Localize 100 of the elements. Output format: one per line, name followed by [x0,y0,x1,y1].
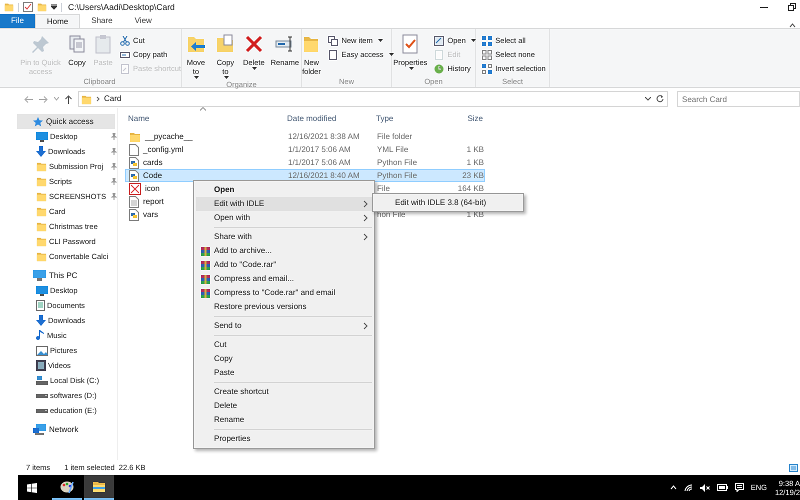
caret-icon [408,67,414,71]
archive-icon [200,274,210,284]
size-cell: 23 KB [462,170,484,180]
palette-icon [60,480,74,494]
date-cell: 12/16/2021 8:38 AM [288,132,360,140]
ribbon-tab[interactable]: View [124,14,163,28]
dropdown-icon [54,97,59,101]
menu-item[interactable]: Compress to "Code.rar" and email [196,286,372,300]
menu-label: Cut [214,339,226,351]
menu-label: Share with [214,231,252,243]
ribbon-tab[interactable]: Home [34,14,80,28]
nav-item[interactable]: Quick access [17,114,115,129]
nav-item[interactable]: Network [17,422,115,437]
column-header[interactable]: Name [125,112,287,124]
nav-item[interactable]: This PC [17,268,115,283]
folder-copy-icon [215,34,236,54]
monitor-icon [36,132,48,142]
archive-icon [200,260,210,270]
caret-icon [252,67,258,71]
type-cell: Python File [377,170,418,180]
menu-label: Edit with IDLE [214,198,264,210]
date-cell: 1/1/2017 5:06 AM [288,158,351,166]
menu-item[interactable]: Add to archive... [196,244,372,258]
menu-item[interactable]: Rename [196,413,372,427]
menu-item[interactable]: Restore previous versions [196,300,372,314]
up-arrow-icon [65,94,72,104]
menu-item[interactable]: Delete [196,399,372,413]
monitor-icon [36,286,48,296]
column-header[interactable]: Date modified [287,112,376,124]
caret-icon [378,38,383,42]
folder-icon [36,221,47,232]
menu-label: Compress and email... [214,273,294,285]
menu-item[interactable]: Properties [196,432,372,446]
dropdown-icon [51,4,57,10]
menu-label: Compress to "Code.rar" and email [214,287,336,299]
caret-icon [470,38,476,42]
window-title: C:\Users\Aadi\Desktop\Card [68,0,175,14]
clipboard-icon [93,34,114,54]
breadcrumb[interactable]: Card [104,93,122,105]
wifi-icon [684,484,693,492]
menu-item[interactable]: Open with [196,211,372,225]
refresh-icon [656,95,664,103]
forward-arrow-icon [39,96,48,102]
windows-logo-icon [27,482,37,492]
archive-icon [200,288,210,298]
drive-icon [36,376,48,386]
menu-item[interactable]: Share with [196,230,372,244]
collapse-ribbon-icon [789,23,796,28]
ribbon-tab[interactable]: Share [80,14,124,28]
menu-item[interactable]: Send to [196,319,372,333]
menu-item[interactable]: Edit with IDLE [196,197,372,211]
type-cell: File [377,184,390,192]
folder-icon [36,176,47,187]
folder-icon [4,2,14,12]
pin-icon [111,193,117,200]
caret-icon [194,76,200,80]
column-header[interactable]: Type [376,112,441,124]
folder-icon [36,206,47,217]
menu-item[interactable]: Compress and email... [196,272,372,286]
selected-row[interactable]: Code 12/16/2021 8:40 AM Python File 23 KB [125,169,485,182]
select-none-icon [482,50,492,60]
film-icon [36,360,46,371]
down-arrow-icon [36,315,46,326]
date-cell: 12/16/2021 8:40 AM [288,170,360,180]
menu-item[interactable]: Open [196,183,372,197]
x-icon [244,34,264,54]
notification-icon [734,483,744,492]
history-icon [434,64,444,74]
python-file-icon [129,156,139,168]
restore-icon [788,3,796,11]
path-icon [120,50,130,60]
search-field[interactable]: Search Card [677,91,800,107]
scissors-icon [120,36,130,46]
address-field[interactable]: Card [78,91,668,107]
menu-item[interactable]: Cut [196,338,372,352]
menu-item[interactable]: Paste [196,366,372,380]
menu-label: Open with [214,212,250,224]
drive-icon [36,408,48,414]
blank-file-icon [129,144,139,156]
rename-icon [274,34,295,54]
menu-label: Delete [214,400,238,412]
menu-item[interactable]: Copy [196,352,372,366]
network-icon [33,424,46,435]
python-file-icon [129,170,139,182]
file-name: Code [143,170,162,182]
menu-label: Add to "Code.rar" [214,259,276,271]
folder-icon [37,2,47,12]
menu-item[interactable]: Add to "Code.rar" [196,258,372,272]
menu-item[interactable]: Create shortcut [196,385,372,399]
column-header[interactable]: Size [441,112,483,124]
file-name: __pycache__ [145,130,193,142]
menu-label: Create shortcut [214,386,269,398]
taskbar-app[interactable] [84,475,114,500]
folder-icon [36,161,47,172]
file-name: vars [143,208,158,220]
pin-icon [111,148,117,155]
menu-label: Send to [214,320,242,332]
ribbon-tab[interactable]: File [0,14,35,28]
menu-item[interactable]: Edit with IDLE 3.8 (64-bit) [375,196,521,209]
folder-icon [81,94,92,104]
